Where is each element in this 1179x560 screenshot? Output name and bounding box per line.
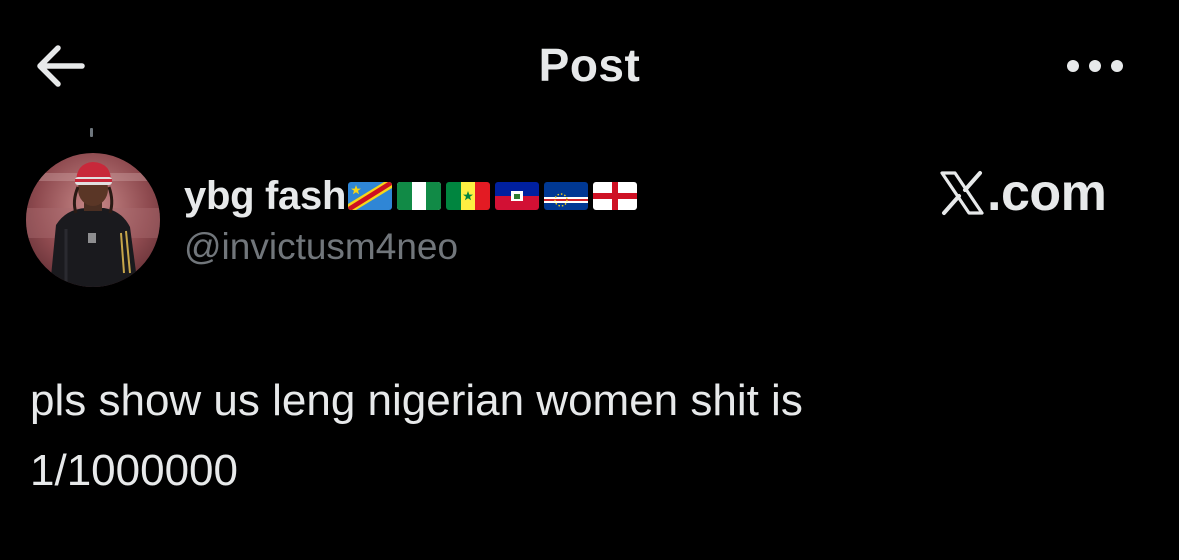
flag-cape-verde-icon bbox=[544, 182, 589, 210]
author-name-row[interactable]: ybg fash bbox=[184, 170, 642, 222]
watermark-domain: .com bbox=[987, 164, 1107, 222]
top-bar: Post bbox=[0, 0, 1179, 135]
avatar-photo bbox=[26, 153, 160, 287]
flag-senegal-icon bbox=[446, 182, 491, 210]
flag-haiti-icon bbox=[495, 182, 540, 210]
page-title: Post bbox=[538, 39, 641, 91]
thread-line bbox=[90, 128, 93, 137]
x-com-watermark: .com bbox=[938, 163, 1107, 223]
flag-dr-congo-icon bbox=[348, 182, 393, 210]
post-text: pls show us leng nigerian women shit is … bbox=[30, 376, 803, 495]
more-options-button[interactable] bbox=[1062, 50, 1128, 82]
flag-nigeria-icon bbox=[397, 182, 442, 210]
flag-emojis bbox=[348, 182, 642, 210]
author-handle[interactable]: @invictusm4neo bbox=[184, 226, 458, 268]
flag-england-icon bbox=[593, 182, 638, 210]
more-horizontal-icon bbox=[1067, 60, 1123, 72]
avatar[interactable] bbox=[26, 153, 160, 287]
x-logo-icon bbox=[940, 171, 984, 215]
author-display-name: ybg fash bbox=[184, 173, 347, 218]
